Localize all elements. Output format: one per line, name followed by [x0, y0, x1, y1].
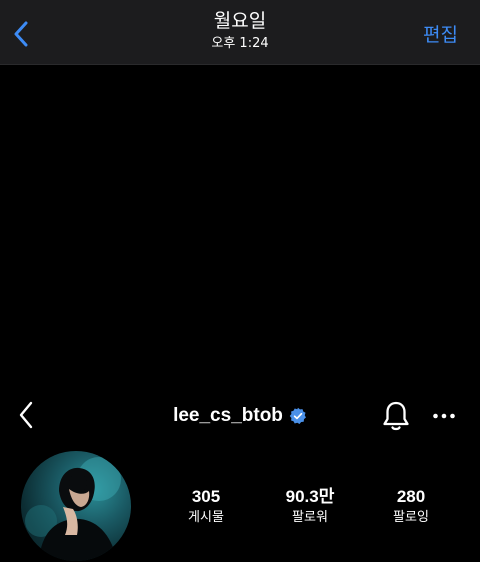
more-options — [432, 404, 456, 432]
profile-stats: 305 게시물 90.3만 팔로워 280 팔로잉 — [150, 487, 480, 537]
instagram-profile-header: lee_cs_btob — [0, 392, 480, 438]
profile-avatar — [21, 451, 131, 561]
posts-count: 305 — [191, 487, 221, 506]
header-title-group: 월요일 오후 1:24 — [140, 9, 340, 53]
verified-badge-icon — [289, 407, 306, 424]
followers-count: 90.3만 — [285, 487, 335, 506]
header-subtitle: 오후 1:24 — [211, 36, 269, 51]
chevron-left-icon — [14, 21, 28, 47]
edit-button[interactable]: 편집 — [423, 20, 458, 47]
back-button[interactable] — [6, 14, 36, 54]
more-horizontal-icon — [433, 413, 455, 419]
posts-label: 게시물 — [188, 510, 224, 525]
following-count: 280 — [396, 487, 426, 506]
following-label: 팔로잉 — [393, 510, 429, 525]
followers-label: 팔로워 — [292, 510, 328, 525]
stat-followers: 90.3만 팔로워 — [265, 487, 355, 527]
stat-following: 280 팔로잉 — [366, 487, 456, 527]
header-title: 월요일 — [213, 10, 267, 32]
photo-header: 월요일 오후 1:24 편집 — [0, 0, 480, 65]
stat-posts: 305 게시물 — [161, 487, 251, 527]
bell-icon — [383, 401, 409, 431]
notification-bell — [381, 400, 411, 436]
profile-username: lee_cs_btob — [173, 405, 283, 426]
